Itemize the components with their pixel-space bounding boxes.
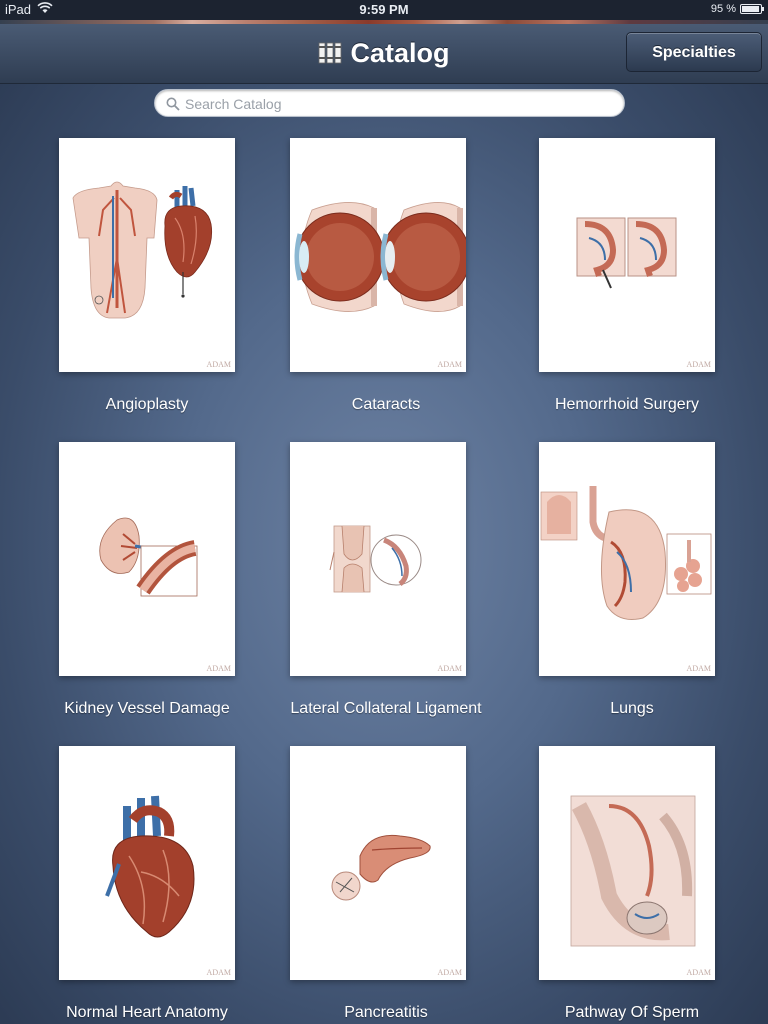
adam-watermark: ADAM <box>686 360 711 369</box>
battery-icon <box>740 4 764 14</box>
hemorrhoid-surgery-illustration <box>576 217 677 289</box>
adam-watermark: ADAM <box>206 968 231 977</box>
lateral-collateral-ligament-illustration <box>329 525 422 593</box>
pathway-of-sperm-illustration <box>570 795 696 947</box>
adam-watermark: ADAM <box>437 968 462 977</box>
clock: 9:59 PM <box>359 2 409 17</box>
cataracts-illustration <box>294 202 466 312</box>
adam-watermark: ADAM <box>686 664 711 673</box>
catalog-item-label[interactable]: Normal Heart Anatomy <box>27 1004 267 1022</box>
catalog-item-label[interactable]: Hemorrhoid Surgery <box>507 396 747 414</box>
catalog-item-label[interactable]: Angioplasty <box>27 396 267 414</box>
adam-watermark: ADAM <box>686 968 711 977</box>
navigation-bar: Catalog Specialties <box>0 24 768 84</box>
catalog-item-angioplasty[interactable]: ADAM <box>59 138 235 372</box>
catalog-item-pancreatitis[interactable]: ADAM <box>290 746 466 980</box>
specialties-button[interactable]: Specialties <box>626 32 762 72</box>
catalog-item-label[interactable]: Kidney Vessel Damage <box>27 700 267 718</box>
catalog-item-lungs[interactable]: ADAM <box>539 442 715 676</box>
battery-percent: 95 % <box>710 3 736 15</box>
catalog-item-label[interactable]: Pancreatitis <box>266 1004 506 1022</box>
pancreatitis-illustration <box>331 834 431 901</box>
catalog-item-label[interactable]: Lateral Collateral Ligament <box>266 700 506 718</box>
angioplasty-illustration <box>72 181 213 319</box>
adam-watermark: ADAM <box>437 360 462 369</box>
catalog-item-pathway-of-sperm[interactable]: ADAM <box>539 746 715 980</box>
adam-watermark: ADAM <box>206 360 231 369</box>
catalog-item-lateral-collateral-ligament[interactable]: ADAM <box>290 442 466 676</box>
lungs-illustration <box>540 486 712 620</box>
catalog-item-cataracts[interactable]: ADAM <box>290 138 466 372</box>
catalog-item-label[interactable]: Cataracts <box>266 396 506 414</box>
catalog-item-label[interactable]: Pathway Of Sperm <box>512 1004 752 1022</box>
kidney-vessel-damage-illustration <box>99 517 198 597</box>
search-field[interactable] <box>154 89 625 117</box>
catalog-item-kidney-vessel-damage[interactable]: ADAM <box>59 442 235 676</box>
catalog-item-hemorrhoid-surgery[interactable]: ADAM <box>539 138 715 372</box>
adam-watermark: ADAM <box>206 664 231 673</box>
adam-watermark: ADAM <box>437 664 462 673</box>
catalog-item-label[interactable]: Lungs <box>512 700 752 718</box>
normal-heart-anatomy-illustration <box>105 795 195 938</box>
books-icon <box>319 42 342 64</box>
search-icon <box>166 97 180 111</box>
search-input[interactable] <box>185 94 605 114</box>
catalog-item-normal-heart-anatomy[interactable]: ADAM <box>59 746 235 980</box>
page-title-text: Catalog <box>350 38 450 68</box>
status-bar: iPad 9:59 PM 95 % <box>0 0 768 20</box>
